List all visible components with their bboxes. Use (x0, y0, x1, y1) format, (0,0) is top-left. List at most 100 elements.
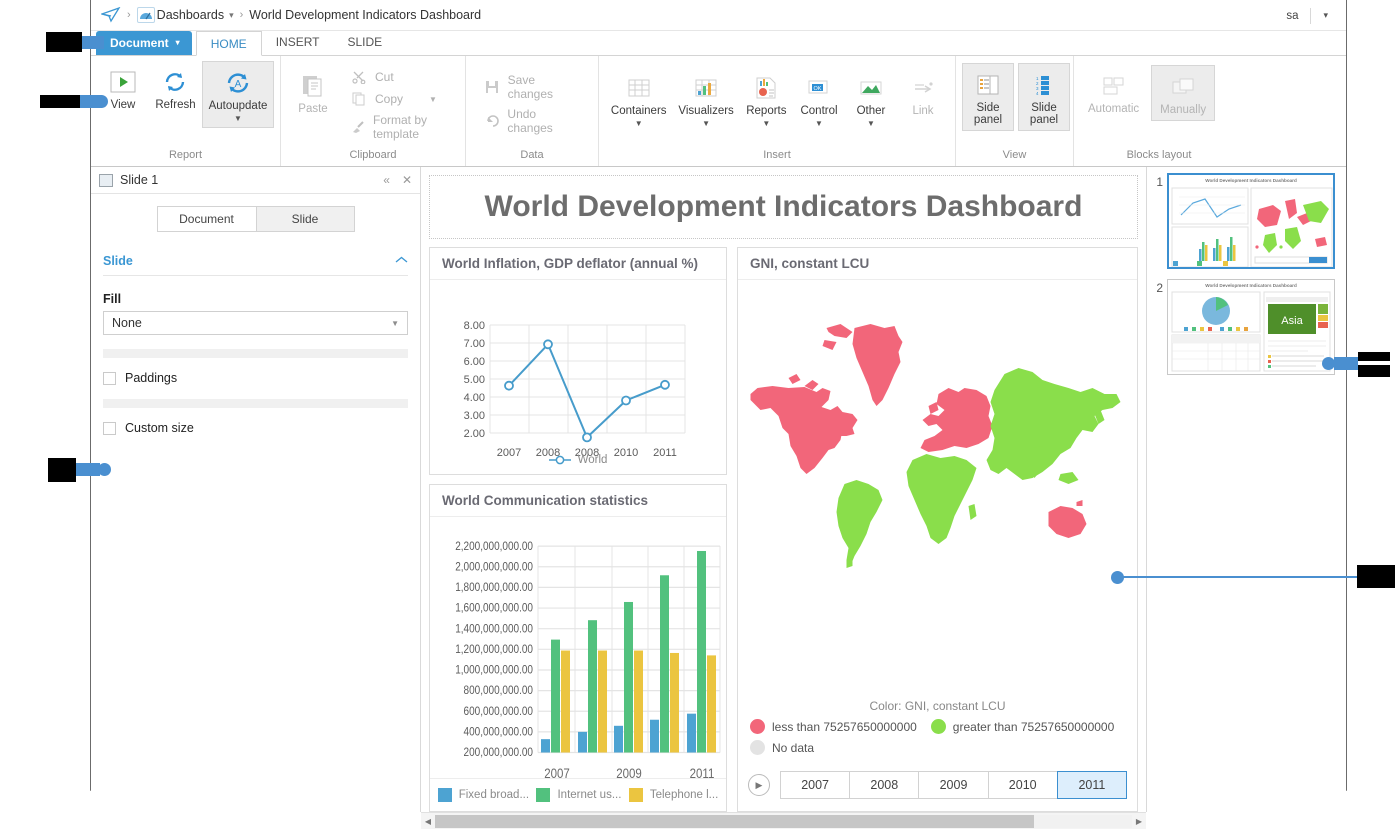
thumbnail-row[interactable]: 1 World Development Indicators Dashboard (1151, 173, 1342, 269)
save-changes-label: Save changes (508, 73, 582, 101)
tab-document[interactable]: Document (157, 206, 256, 232)
collapse-panel-icon[interactable]: « (383, 173, 390, 187)
slide-title-block[interactable]: World Development Indicators Dashboard (429, 175, 1138, 239)
line-chart-panel[interactable]: World Inflation, GDP deflator (annual %) (429, 247, 727, 475)
world-map-svg[interactable] (738, 288, 1137, 658)
tab-slide[interactable]: SLIDE (333, 30, 396, 55)
thumbnail-title: World Development Indicators Dashboard (1168, 280, 1334, 288)
timeline-year-2010[interactable]: 2010 (988, 771, 1057, 799)
slide-thumbnail-panel: 1 World Development Indicators Dashboard (1146, 167, 1346, 812)
ribbon-group-blocks-layout: Automatic Manually Blocks layout (1074, 56, 1244, 166)
breadcrumb-item-current[interactable]: World Development Indicators Dashboard (249, 8, 481, 22)
paddings-row[interactable]: Paddings (103, 371, 408, 385)
scrollbar-thumb[interactable] (435, 815, 1034, 828)
save-changes-menu-item[interactable]: Save changes (478, 71, 588, 103)
bar-chart-panel[interactable]: World Communication statistics (429, 484, 727, 812)
tab-insert[interactable]: INSERT (262, 30, 334, 55)
user-menu-chevron-icon[interactable]: ▾ (1311, 10, 1338, 21)
tab-slide[interactable]: Slide (256, 206, 355, 232)
svg-text:800,000,000.00: 800,000,000.00 (464, 684, 533, 697)
slide-panel-button[interactable]: 1234 Slide panel (1018, 63, 1070, 131)
paper-plane-icon[interactable] (101, 7, 121, 23)
copy-menu-item[interactable]: Copy ▼ (345, 89, 455, 109)
control-button[interactable]: OK Control ▼ (793, 67, 845, 130)
fill-select-value: None (112, 316, 142, 330)
chevron-down-icon[interactable]: ▼ (429, 95, 437, 104)
cut-menu-item[interactable]: Cut (345, 67, 455, 87)
svg-text:2,200,000,000.00: 2,200,000,000.00 (455, 540, 533, 553)
visualizers-button[interactable]: Visualizers ▼ (672, 67, 739, 130)
autoupdate-button[interactable]: A Autoupdate ▼ (202, 61, 274, 128)
chevron-down-icon[interactable]: ▼ (815, 119, 823, 128)
automatic-layout-button[interactable]: Automatic (1080, 65, 1147, 117)
copy-icon (351, 91, 367, 107)
breadcrumb-item-dashboards[interactable]: Dashboards (157, 8, 224, 22)
annotation-redaction-box (1357, 565, 1395, 588)
custom-size-checkbox[interactable] (103, 422, 116, 435)
format-by-template-menu-item[interactable]: Format by template (345, 111, 455, 143)
annotation-dot (98, 463, 111, 476)
format-brush-icon (351, 119, 365, 135)
scroll-right-icon[interactable]: ▶ (1132, 817, 1146, 826)
dashboard-icon[interactable] (137, 7, 155, 23)
slide-thumb-icon (99, 174, 113, 187)
ribbon-group-data: Save changes Undo changes Data (466, 56, 599, 166)
timeline-year-2007[interactable]: 2007 (780, 771, 849, 799)
custom-size-row[interactable]: Custom size (103, 421, 408, 435)
slide-section-header[interactable]: Slide (103, 254, 408, 276)
autoupdate-button-label: Autoupdate (209, 100, 268, 112)
control-label: Control (800, 105, 837, 117)
chevron-down-icon[interactable]: ▼ (635, 119, 643, 128)
timeline-year-2008[interactable]: 2008 (849, 771, 918, 799)
annotation-redaction-box (40, 95, 80, 108)
map-legend-label: No data (772, 741, 814, 755)
refresh-button[interactable]: Refresh (149, 61, 202, 113)
map-legend-item-greater-than[interactable]: greater than 75257650000000 (931, 719, 1114, 734)
chevron-up-icon[interactable] (395, 255, 408, 267)
tab-home[interactable]: HOME (196, 31, 262, 56)
thumbnail-slide-1[interactable]: World Development Indicators Dashboard (1167, 173, 1335, 269)
thumbnail-row[interactable]: 2 World Development Indicators Dashboard (1151, 279, 1342, 375)
horizontal-scrollbar[interactable]: ◀ ▶ (421, 812, 1146, 829)
other-button[interactable]: Other ▼ (845, 67, 897, 130)
link-button[interactable]: Link (897, 67, 949, 119)
bar-legend-item[interactable]: Telephone l... (629, 788, 718, 802)
map-legend-item-no-data[interactable]: No data (750, 740, 1125, 755)
user-name[interactable]: sa (1286, 8, 1311, 24)
paste-button[interactable]: Paste (287, 61, 339, 117)
bar-legend-item[interactable]: Internet us... (536, 788, 621, 802)
chevron-down-icon[interactable]: ▼ (234, 114, 242, 123)
scroll-left-icon[interactable]: ◀ (421, 817, 435, 826)
chevron-down-icon[interactable]: ▼ (762, 119, 770, 128)
timeline-year-2009[interactable]: 2009 (918, 771, 987, 799)
close-icon[interactable]: ✕ (402, 173, 412, 187)
paddings-checkbox[interactable] (103, 372, 116, 385)
play-icon[interactable]: ▶ (748, 774, 770, 796)
reports-button[interactable]: Reports ▼ (740, 67, 793, 130)
fill-select[interactable]: None ▼ (103, 311, 408, 335)
paste-icon (300, 69, 326, 103)
chevron-down-icon[interactable]: ▼ (867, 119, 875, 128)
document-menu-button[interactable]: Document ▾ (96, 31, 192, 55)
region-arctic-islands-2 (823, 340, 837, 350)
thumbnail-slide-2[interactable]: World Development Indicators Dashboard A… (1167, 279, 1335, 375)
manual-layout-button[interactable]: Manually (1151, 65, 1215, 121)
manual-layout-icon (1169, 70, 1197, 104)
map-panel[interactable]: GNI, constant LCU (737, 247, 1138, 812)
scrollbar-track[interactable] (435, 815, 1132, 828)
timeline-year-2011[interactable]: 2011 (1057, 771, 1127, 799)
application-window: › Dashboards ▾ › World Development Indic… (90, 0, 1347, 791)
containers-button[interactable]: Containers ▼ (605, 67, 672, 130)
chevron-down-icon[interactable]: ▼ (702, 119, 710, 128)
image-icon (858, 71, 884, 105)
undo-changes-menu-item[interactable]: Undo changes (478, 105, 588, 137)
chevron-down-icon[interactable]: ▾ (229, 10, 234, 21)
work-area: Slide 1 « ✕ Document Slide Slide Fill No… (91, 167, 1346, 812)
map-legend-item-less-than[interactable]: less than 75257650000000 (750, 719, 917, 734)
side-panel-button[interactable]: Side panel (962, 63, 1014, 131)
custom-size-label: Custom size (125, 421, 194, 435)
region-africa (907, 454, 977, 544)
bar-legend-item[interactable]: Fixed broad... (438, 788, 529, 802)
other-label: Other (857, 105, 886, 117)
line-chart-legend-item[interactable]: World (549, 454, 608, 466)
